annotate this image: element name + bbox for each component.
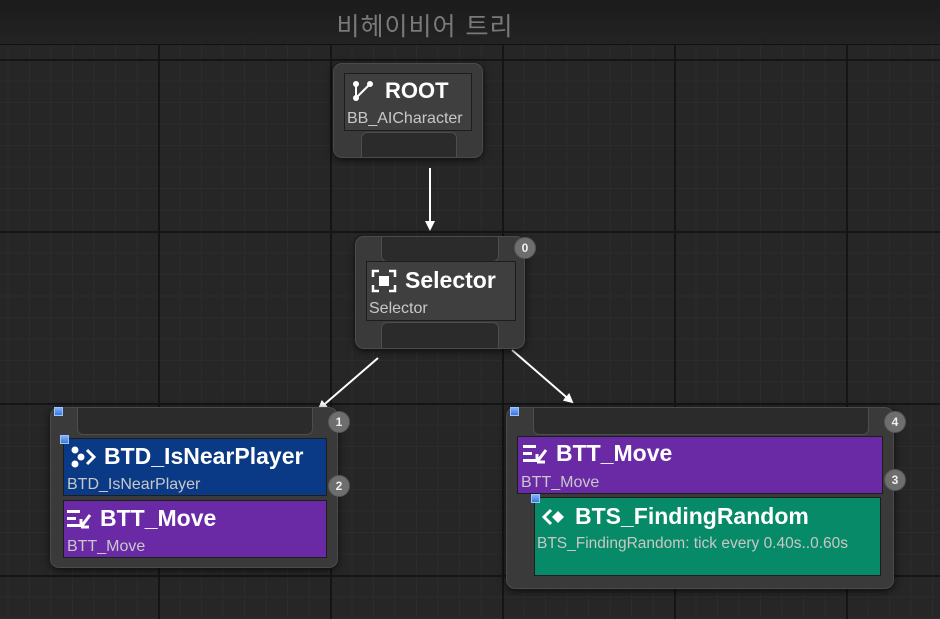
selector-title-row: Selector — [371, 267, 496, 294]
service-title: BTS_FindingRandom — [575, 503, 809, 529]
decorator-title-row: BTD_IsNearPlayer — [70, 443, 303, 470]
node-marker-icon — [510, 407, 519, 416]
root-subtitle: BB_AICharacter — [347, 110, 463, 127]
selector-subtitle: Selector — [369, 300, 428, 317]
selector-input-pin[interactable] — [381, 237, 499, 262]
selector-header: Selector Selector — [366, 261, 516, 321]
right-input-pin[interactable] — [533, 408, 869, 435]
task-icon — [66, 507, 92, 531]
task-right-subtitle: BTT_Move — [521, 474, 600, 491]
service-title-row: BTS_FindingRandom — [541, 503, 809, 530]
root-branch-icon — [351, 79, 377, 103]
right-branch-node[interactable]: 4 BTT_Move BTT_Move 3 BTS_FindingRandom — [506, 407, 906, 589]
task-right-index-badge: 3 — [884, 469, 906, 491]
task-right-title: BTT_Move — [556, 440, 673, 466]
service-icon — [541, 505, 567, 529]
decorator-marker-icon — [60, 435, 69, 444]
wire-selector-to-right — [511, 349, 574, 404]
decorator-index-badge: 2 — [328, 475, 350, 497]
root-title-row: ROOT — [351, 78, 449, 104]
root-node[interactable]: ROOT BB_AICharacter — [333, 63, 483, 158]
right-index-badge: 4 — [884, 411, 906, 433]
task-right-title-row: BTT_Move — [522, 440, 672, 467]
left-branch-node[interactable]: 1 BTD_IsNearPlayer BTD_IsNearPlayer 2 BT… — [50, 407, 350, 568]
task-btt-move-left[interactable]: BTT_Move BTT_Move — [63, 500, 327, 558]
service-subtitle: BTS_FindingRandom: tick every 0.40s..0.6… — [537, 535, 849, 552]
task-left-subtitle: BTT_Move — [67, 538, 146, 555]
decorator-btd-isnearplayer[interactable]: BTD_IsNearPlayer BTD_IsNearPlayer — [60, 435, 327, 496]
service-marker-icon — [531, 494, 540, 503]
left-input-pin[interactable] — [77, 408, 313, 435]
wire-selector-to-left — [317, 357, 379, 411]
task-left-title-row: BTT_Move — [66, 505, 216, 532]
task-left-title: BTT_Move — [100, 505, 217, 531]
left-index-badge: 1 — [328, 411, 350, 433]
selector-index-badge: 0 — [514, 237, 536, 259]
node-marker-icon — [54, 407, 63, 416]
decorator-title: BTD_IsNearPlayer — [104, 443, 304, 469]
selector-title: Selector — [405, 267, 496, 293]
selector-icon — [371, 269, 397, 293]
root-title: ROOT — [385, 78, 449, 103]
decorator-icon — [70, 445, 96, 469]
root-output-pin[interactable] — [361, 132, 457, 157]
service-bts-findingrandom[interactable]: BTS_FindingRandom BTS_FindingRandom: tic… — [531, 494, 881, 576]
selector-output-pin[interactable] — [381, 322, 499, 348]
root-header: ROOT BB_AICharacter — [344, 73, 472, 131]
decorator-subtitle: BTD_IsNearPlayer — [67, 476, 201, 493]
selector-node[interactable]: Selector Selector 0 — [355, 236, 536, 349]
task-btt-move-right[interactable]: BTT_Move BTT_Move — [517, 436, 883, 494]
task-icon — [522, 442, 548, 466]
